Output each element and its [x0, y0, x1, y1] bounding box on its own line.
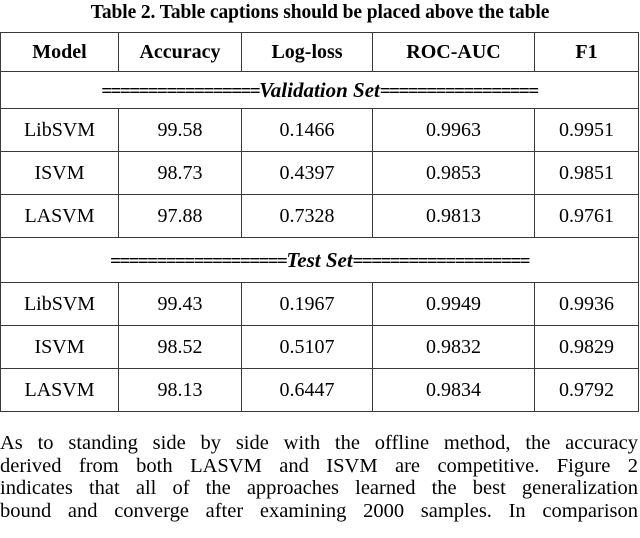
cell-f1: 0.9936 — [534, 282, 639, 326]
body-paragraph: As to standing side by side with the off… — [0, 432, 638, 522]
cell-model: LibSVM — [0, 108, 119, 152]
cell-model: LibSVM — [0, 282, 119, 326]
header-f1: F1 — [534, 32, 639, 72]
table-caption: Table 2. Table captions should be placed… — [90, 2, 550, 23]
section-label: =================Validation Set=========… — [0, 71, 639, 109]
table-row: ISVM 98.73 0.4397 0.9853 0.9851 — [0, 151, 639, 195]
section-label: ===================Test Set=============… — [0, 237, 639, 283]
cell-log-loss: 0.1967 — [241, 282, 373, 326]
cell-accuracy: 98.13 — [118, 368, 242, 412]
cell-model: LASVM — [0, 368, 119, 412]
table-row: LibSVM 99.58 0.1466 0.9963 0.9951 — [0, 108, 639, 152]
section-name: Test Set — [286, 247, 353, 272]
cell-f1: 0.9851 — [534, 151, 639, 195]
table-row: LASVM 97.88 0.7328 0.9813 0.9761 — [0, 194, 639, 238]
cell-accuracy: 98.73 — [118, 151, 242, 195]
header-model: Model — [0, 32, 119, 72]
section-rule-right: =================== — [352, 250, 531, 272]
cell-f1: 0.9829 — [534, 325, 639, 369]
section-rule-left: =================== — [110, 250, 288, 272]
cell-roc-auc: 0.9832 — [372, 325, 535, 369]
cell-accuracy: 99.43 — [118, 282, 242, 326]
cell-accuracy: 99.58 — [118, 108, 242, 152]
header-log-loss: Log-loss — [241, 32, 373, 72]
cell-roc-auc: 0.9834 — [372, 368, 535, 412]
header-accuracy: Accuracy — [118, 32, 242, 72]
paragraph-line: indicates that all of the approaches lea… — [0, 477, 638, 499]
section-rule-right: ================= — [379, 80, 539, 102]
cell-log-loss: 0.1466 — [241, 108, 373, 152]
paragraph-line: As to standing side by side with the off… — [0, 432, 638, 454]
section-rule-left: ================= — [101, 80, 260, 102]
header-roc-auc: ROC-AUC — [372, 32, 535, 72]
cell-log-loss: 0.6447 — [241, 368, 373, 412]
table-row: ISVM 98.52 0.5107 0.9832 0.9829 — [0, 325, 639, 369]
cell-roc-auc: 0.9949 — [372, 282, 535, 326]
cell-accuracy: 97.88 — [118, 194, 242, 238]
cell-log-loss: 0.4397 — [241, 151, 373, 195]
cell-model: ISVM — [0, 151, 119, 195]
paragraph-line: bound and converge after examining 2000 … — [0, 499, 638, 522]
cell-f1: 0.9792 — [534, 368, 639, 412]
cell-roc-auc: 0.9963 — [372, 108, 535, 152]
section-row-validation: =================Validation Set=========… — [0, 71, 639, 109]
paragraph-line: derived from both LASVM and ISVM are com… — [0, 454, 638, 477]
table-row: LASVM 98.13 0.6447 0.9834 0.9792 — [0, 368, 639, 412]
cell-f1: 0.9761 — [534, 194, 639, 238]
cell-roc-auc: 0.9813 — [372, 194, 535, 238]
cell-roc-auc: 0.9853 — [372, 151, 535, 195]
cell-log-loss: 0.5107 — [241, 325, 373, 369]
section-row-test: ===================Test Set=============… — [0, 237, 639, 283]
table-row: LibSVM 99.43 0.1967 0.9949 0.9936 — [0, 282, 639, 326]
cell-accuracy: 98.52 — [118, 325, 242, 369]
results-table: Model Accuracy Log-loss ROC-AUC F1 =====… — [0, 32, 639, 412]
cell-log-loss: 0.7328 — [241, 194, 373, 238]
header-row: Model Accuracy Log-loss ROC-AUC F1 — [0, 32, 639, 72]
cell-f1: 0.9951 — [534, 108, 639, 152]
cell-model: LASVM — [0, 194, 119, 238]
section-name: Validation Set — [259, 77, 380, 102]
cell-model: ISVM — [0, 325, 119, 369]
